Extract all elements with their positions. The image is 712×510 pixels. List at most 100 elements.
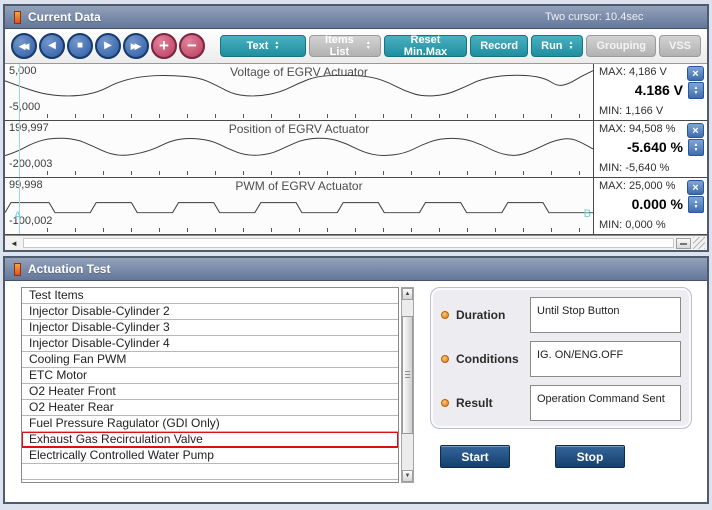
chart-title: PWM of EGRV Actuator bbox=[5, 179, 593, 193]
bullet-icon bbox=[441, 311, 449, 319]
value-spinner-button[interactable]: ▲ ▼ bbox=[688, 196, 704, 213]
run-button[interactable]: Run▲▼ bbox=[531, 35, 583, 57]
list-item[interactable]: Injector Disable-Cylinder 2 bbox=[22, 304, 398, 320]
nav-button-icon: − bbox=[187, 37, 197, 54]
field-value-box: Until Stop Button bbox=[530, 297, 681, 333]
scrollbar-thumb[interactable] bbox=[402, 316, 413, 434]
step-back-button[interactable]: ◀ bbox=[39, 33, 65, 59]
scrollbar-track[interactable] bbox=[23, 238, 674, 248]
list-item-label: Exhaust Gas Recirculation Valve bbox=[29, 432, 203, 446]
zoom-in-button[interactable]: + bbox=[151, 33, 177, 59]
toolbar: ◀◀ ◀ ■ ▶ ▶▶ + − Text ▲▼ Items List▲▼ Rese… bbox=[5, 29, 707, 64]
list-item[interactable] bbox=[22, 464, 398, 480]
list-item-label: O2 Heater Rear bbox=[29, 400, 114, 414]
test-items-list: Test Items Injector Disable-Cylinder 2 I… bbox=[21, 287, 399, 483]
play-button[interactable]: ▶ bbox=[95, 33, 121, 59]
toolbar-button-label: Reset Min.Max bbox=[394, 34, 457, 58]
toolbar-button-label: Text bbox=[247, 40, 269, 52]
grouping-button: Grouping bbox=[586, 35, 656, 57]
y-axis-max-label: 199,997 bbox=[9, 122, 49, 134]
vss-button: VSS bbox=[659, 35, 701, 57]
test-info-panel: Duration Until Stop Button Conditions IG… bbox=[430, 287, 692, 429]
collapse-button[interactable] bbox=[676, 238, 691, 249]
scroll-down-icon[interactable]: ▼ bbox=[402, 470, 413, 482]
list-item-label: O2 Heater Front bbox=[29, 384, 116, 398]
max-readout: MAX: 4,186 V bbox=[599, 66, 667, 78]
nav-button-icon: ◀◀ bbox=[19, 42, 27, 51]
window-icon bbox=[14, 11, 21, 24]
toolbar-button-label: VSS bbox=[669, 40, 691, 52]
chart-title: Position of EGRV Actuator bbox=[5, 122, 593, 136]
fast-rewind-button[interactable]: ◀◀ bbox=[11, 33, 37, 59]
spinner-down-icon: ▼ bbox=[694, 148, 699, 153]
list-item[interactable]: Cooling Fan PWM bbox=[22, 352, 398, 368]
nav-button-icon: ◀ bbox=[48, 41, 56, 51]
list-item-label: Electrically Controlled Water Pump bbox=[29, 448, 214, 462]
spinner-arrows-icon: ▲▼ bbox=[274, 41, 279, 51]
list-item[interactable]: Exhaust Gas Recirculation Valve bbox=[22, 432, 398, 448]
start-button[interactable]: Start bbox=[440, 445, 510, 468]
scroll-up-icon[interactable]: ▲ bbox=[402, 288, 413, 300]
list-item[interactable]: Injector Disable-Cylinder 3 bbox=[22, 320, 398, 336]
chart-row: 199,997 Position of EGRV Actuator -200,0… bbox=[5, 121, 707, 178]
toolbar-button-label: Record bbox=[480, 40, 518, 52]
field-row: Conditions IG. ON/ENG.OFF bbox=[441, 341, 681, 377]
field-label: Conditions bbox=[456, 352, 530, 366]
close-chart-button[interactable]: × bbox=[687, 66, 704, 81]
cursor-a-line bbox=[19, 64, 20, 120]
close-chart-button[interactable]: × bbox=[687, 123, 704, 138]
list-item[interactable]: ETC Motor bbox=[22, 368, 398, 384]
y-axis-max-label: 5,000 bbox=[9, 65, 37, 77]
list-item-label: ETC Motor bbox=[29, 368, 87, 382]
chart-plot-area[interactable]: 5,000 Voltage of EGRV Actuator -5,000 bbox=[5, 64, 594, 120]
resize-grip-icon[interactable] bbox=[693, 237, 705, 249]
list-item[interactable]: Injector Disable-Cylinder 4 bbox=[22, 336, 398, 352]
min-readout: MIN: 1,166 V bbox=[599, 105, 663, 117]
items-list-button[interactable]: Items List▲▼ bbox=[309, 35, 381, 57]
toolbar-button-group: Text ▲▼ Items List▲▼ Reset Min.Max Record… bbox=[220, 35, 701, 57]
cursor-a-line bbox=[19, 178, 20, 234]
field-row: Result Operation Command Sent bbox=[441, 385, 681, 421]
current-data-window: Current Data Two cursor: 10.4sec ◀◀ ◀ ■ … bbox=[3, 4, 709, 252]
stop-button[interactable]: Stop bbox=[555, 445, 625, 468]
chart-row: 5,000 Voltage of EGRV Actuator -5,000 MA… bbox=[5, 64, 707, 121]
zoom-out-button[interactable]: − bbox=[179, 33, 205, 59]
chart-title: Voltage of EGRV Actuator bbox=[5, 65, 593, 79]
y-axis-min-label: -200,003 bbox=[9, 158, 52, 170]
record-button[interactable]: Record bbox=[470, 35, 528, 57]
scroll-left-icon[interactable]: ◄ bbox=[7, 239, 21, 248]
field-label: Duration bbox=[456, 308, 530, 322]
list-item[interactable]: O2 Heater Rear bbox=[22, 400, 398, 416]
nav-button-icon: ▶ bbox=[104, 41, 112, 51]
text-button[interactable]: Text ▲▼ bbox=[220, 35, 306, 57]
value-spinner-button[interactable]: ▲ ▼ bbox=[688, 139, 704, 156]
horizontal-scrollbar[interactable]: ◄ bbox=[5, 235, 707, 250]
list-item-label: Injector Disable-Cylinder 3 bbox=[29, 320, 170, 334]
x-axis-ticks bbox=[19, 171, 590, 175]
field-label: Result bbox=[456, 396, 530, 410]
test-items-list-wrap: Test Items Injector Disable-Cylinder 2 I… bbox=[21, 287, 414, 483]
nav-button-icon: ■ bbox=[77, 41, 83, 51]
field-value-box: IG. ON/ENG.OFF bbox=[530, 341, 681, 377]
current-value: 4.186 V bbox=[635, 82, 683, 98]
playback-button-group: ◀◀ ◀ ■ ▶ ▶▶ + − bbox=[11, 33, 205, 59]
list-item[interactable]: Electrically Controlled Water Pump bbox=[22, 448, 398, 464]
list-item[interactable]: Fuel Pressure Ragulator (GDI Only) bbox=[22, 416, 398, 432]
fast-forward-button[interactable]: ▶▶ bbox=[123, 33, 149, 59]
x-axis-ticks bbox=[19, 114, 590, 118]
chart-plot-area[interactable]: 99,998 PWM of EGRV Actuator -100,002 AB bbox=[5, 178, 594, 234]
list-item[interactable]: O2 Heater Front bbox=[22, 384, 398, 400]
chart-plot-area[interactable]: 199,997 Position of EGRV Actuator -200,0… bbox=[5, 121, 594, 177]
list-item-label: Fuel Pressure Ragulator (GDI Only) bbox=[29, 416, 220, 430]
current-value: -5.640 % bbox=[627, 139, 683, 155]
close-chart-button[interactable]: × bbox=[687, 180, 704, 195]
list-header[interactable]: Test Items bbox=[22, 288, 398, 304]
stop-button[interactable]: ■ bbox=[67, 33, 93, 59]
list-scrollbar[interactable]: ▲ ▼ bbox=[401, 287, 414, 483]
window-title: Current Data bbox=[28, 10, 101, 24]
nav-button-icon: + bbox=[159, 37, 169, 54]
value-spinner-button[interactable]: ▲ ▼ bbox=[688, 82, 704, 99]
reset-min-max-button[interactable]: Reset Min.Max bbox=[384, 35, 467, 57]
window-icon bbox=[14, 263, 21, 276]
window-title: Actuation Test bbox=[28, 262, 110, 276]
